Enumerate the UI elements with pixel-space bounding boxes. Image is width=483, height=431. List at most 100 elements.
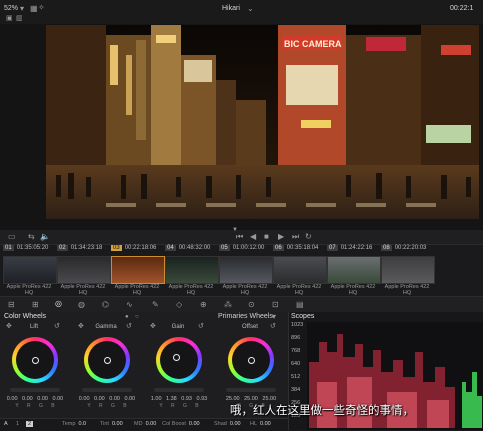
clip-header: 08 00:22:20:03 (381, 245, 427, 251)
subtitle-caption: 哦，红人在这里做一些奇怪的事情， (230, 403, 414, 417)
clip-header: 07 01:24:22:16 (327, 245, 373, 251)
gamma-master-slider[interactable] (82, 388, 132, 392)
col-boost-field[interactable]: Col Boost 0.00 (162, 421, 200, 427)
reset-icon[interactable]: ↺ (198, 323, 204, 331)
play-reverse-icon[interactable]: ◀ (250, 233, 256, 241)
clip-thumbnail-active[interactable] (111, 256, 165, 284)
clip-thumbnail[interactable] (327, 256, 381, 284)
wheel-values[interactable]: 1.00 1.38 0.93 0.93 (148, 396, 210, 402)
clip-header: 06 00:35:18:04 (273, 245, 319, 251)
chevron-down-icon[interactable]: ▾ (272, 313, 276, 321)
page-dot-icon[interactable]: ○ (135, 313, 139, 321)
page-1-button[interactable]: 1 (16, 421, 19, 427)
offset-master-slider[interactable] (226, 388, 276, 392)
loop-icon[interactable]: ⇆ (28, 233, 35, 241)
clip-codec: Apple ProRes 422 HQ (60, 284, 106, 296)
viewer-options-icon[interactable]: ▭ (8, 233, 16, 241)
clip-codec: Apple ProRes 422 HQ (222, 284, 268, 296)
reset-icon[interactable]: ↺ (270, 323, 276, 331)
street-scene-image: BIC CAMERA (46, 25, 479, 219)
loop-playback-icon[interactable]: ↻ (305, 233, 312, 241)
gain-wheel-group: ✥ Gain ↺ 1.00 1.38 0.93 0.93 Y R G B (148, 322, 208, 422)
color-wheels-icon[interactable]: ◎ (55, 300, 62, 308)
timecode: 00:22:1 (450, 5, 474, 12)
wheel-channels: Y R G B (159, 403, 199, 409)
primaries-wheels-dropdown[interactable]: Primaries Wheels (218, 313, 273, 320)
clip-header: 03 00:22:18:06 (111, 245, 157, 251)
wheel-channels: Y R G B (87, 403, 127, 409)
wand-icon[interactable]: ✧ (38, 4, 45, 12)
blur-icon[interactable]: ⁂ (224, 301, 232, 309)
page-2-button[interactable]: 2 (26, 421, 34, 427)
clip-thumbnail[interactable] (273, 256, 327, 284)
viewer-mode-icon[interactable]: ▣ (6, 15, 13, 23)
tint-field[interactable]: Tint 0.00 (100, 421, 123, 427)
wheel-handle[interactable] (248, 357, 255, 364)
transport-controls: ▭ ⇆ 🔈 ▼ ⏮ ◀ ■ ▶ ⏭ ↻ (0, 227, 483, 244)
clip-codec: Apple ProRes 422 HQ (276, 284, 322, 296)
color-wheels-title: Color Wheels (4, 313, 47, 320)
wheel-handle[interactable] (104, 357, 111, 364)
scopes-title: Scopes (291, 313, 315, 320)
motion-effects-icon[interactable]: ⌬ (102, 301, 109, 309)
clip-thumbnail[interactable] (57, 256, 111, 284)
wheel-values[interactable]: 0.00 0.00 0.00 0.00 (76, 396, 138, 402)
temp-field[interactable]: Temp 0.0 (62, 421, 86, 427)
rgb-mixer-icon[interactable]: ◍ (78, 301, 85, 309)
scopes-toggle-icon[interactable]: ▤ (296, 301, 304, 309)
gain-master-slider[interactable] (154, 388, 204, 392)
key-icon[interactable]: ⊙ (248, 301, 255, 309)
wheel-values[interactable]: 0.00 0.00 0.00 0.00 (4, 396, 66, 402)
reset-icon[interactable]: ↺ (126, 323, 132, 331)
window-icon[interactable]: ◇ (176, 301, 182, 309)
clip-name: Hikari (222, 5, 240, 12)
lift-wheel-group: ✥ Lift ↺ 0.00 0.00 0.00 0.00 Y R G B (4, 322, 64, 422)
go-to-start-icon[interactable]: ⏮ (236, 233, 243, 241)
clip-codec: Apple ProRes 422 HQ (114, 284, 160, 296)
chevron-down-icon[interactable]: ▾ (20, 5, 24, 13)
curves-icon[interactable]: ∿ (126, 301, 133, 309)
clip-codec: Apple ProRes 422 HQ (168, 284, 214, 296)
md-field[interactable]: MD 0.00 (134, 421, 156, 427)
video-frame[interactable]: BIC CAMERA (46, 25, 479, 219)
viewer: BIC CAMERA (0, 24, 483, 230)
clip-thumbnail[interactable] (381, 256, 435, 284)
reset-icon[interactable]: ↺ (54, 323, 60, 331)
clip-thumbnail[interactable] (219, 256, 273, 284)
stop-icon[interactable]: ■ (264, 233, 269, 241)
volume-icon[interactable]: 🔈 (40, 233, 50, 241)
clip-codec: Apple ProRes 422 HQ (6, 284, 52, 296)
chevron-down-icon[interactable]: ⌄ (247, 5, 254, 13)
clip-header: 01 01:35:05:20 (3, 245, 49, 251)
play-icon[interactable]: ▶ (278, 233, 284, 241)
gain-wheel[interactable] (156, 337, 202, 383)
clip-timeline: 01 01:35:05:20 Apple ProRes 422 HQ 02 01:3… (0, 244, 483, 297)
go-to-end-icon[interactable]: ⏭ (292, 233, 299, 241)
scope-axis-label: 896 (291, 335, 301, 341)
svg-text:BIC CAMERA: BIC CAMERA (284, 39, 342, 49)
qualifier-icon[interactable]: ✎ (152, 301, 159, 309)
gamma-wheel-group: ✥ Gamma ↺ 0.00 0.00 0.00 0.00 Y R G B (76, 322, 136, 422)
color-match-icon[interactable]: ⊞ (32, 301, 39, 309)
page-dot-icon[interactable]: ● (125, 313, 129, 321)
wheel-channels: Y R G B (15, 403, 55, 409)
scope-axis-label: 1023 (291, 322, 304, 328)
clip-thumbnail[interactable] (3, 256, 57, 284)
clip-thumbnail[interactable] (165, 256, 219, 284)
shadows-field[interactable]: Shad 0.00 (214, 421, 241, 427)
camera-raw-icon[interactable]: ⊟ (8, 301, 15, 309)
auto-balance-button[interactable]: A (4, 421, 8, 427)
scope-axis-label: 384 (291, 387, 301, 393)
wheel-handle[interactable] (173, 354, 180, 361)
split-view-icon[interactable]: ▥ (16, 15, 23, 23)
grid-icon[interactable]: ▦ (30, 5, 38, 13)
wheel-handle[interactable] (32, 357, 39, 364)
clip-codec: Apple ProRes 422 HQ (384, 284, 430, 296)
clip-header: 05 01:00:12:00 (219, 245, 265, 251)
clip-header: 04 00:48:32:00 (165, 245, 211, 251)
lift-master-slider[interactable] (10, 388, 60, 392)
tracker-icon[interactable]: ⊕ (200, 301, 207, 309)
sizing-icon[interactable]: ⊡ (272, 301, 279, 309)
zoom-level[interactable]: 52% (4, 5, 18, 12)
highlights-field[interactable]: HL 0.00 (250, 421, 271, 427)
